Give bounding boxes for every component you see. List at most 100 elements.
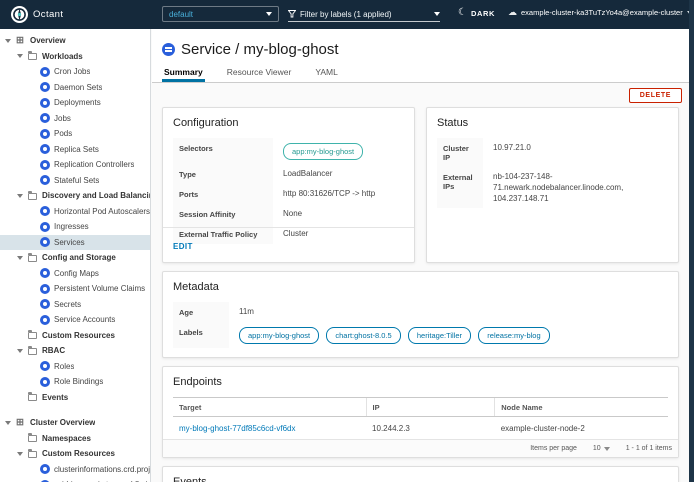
- sidebar-item-cron-jobs[interactable]: Cron Jobs: [0, 64, 150, 80]
- caret-spacer: [17, 335, 23, 336]
- folder-icon: [28, 348, 37, 355]
- label-chip[interactable]: heritage:Tiller: [408, 327, 471, 344]
- sidebar-item-overview[interactable]: ⊞ Overview: [0, 33, 150, 49]
- delete-button[interactable]: DELETE: [629, 88, 682, 103]
- column-header-ip[interactable]: IP: [366, 398, 495, 417]
- label-filter-input[interactable]: Filter by labels (1 applied): [288, 7, 440, 22]
- selector-chip[interactable]: app:my-blog-ghost: [283, 143, 363, 160]
- sidebar-item-config-maps[interactable]: Config Maps: [0, 266, 150, 282]
- cluster-context-label: example-cluster-ka3TuTzYo4a@example-clus…: [521, 8, 683, 17]
- cluster-ip-label: Cluster IP: [437, 138, 483, 167]
- ports-value: http 80:31626/TCP -> http: [273, 184, 404, 204]
- column-header-target[interactable]: Target: [173, 398, 366, 417]
- sidebar-item-csidrivers[interactable]: csidrivers.csi.storage.k8s.io: [0, 477, 150, 482]
- sidebar-item-label: Ingresses: [54, 222, 89, 231]
- label-chip[interactable]: chart:ghost-8.0.5: [326, 327, 400, 344]
- sidebar-item-service-accounts[interactable]: Service Accounts: [0, 312, 150, 328]
- folder-icon: [28, 332, 37, 339]
- resource-icon: [40, 144, 50, 154]
- caret-down-icon[interactable]: [17, 256, 23, 260]
- sidebar-item-label: Replica Sets: [54, 145, 99, 154]
- sidebar-item-label: Stateful Sets: [54, 176, 99, 185]
- type-value: LoadBalancer: [273, 164, 404, 184]
- sidebar-item-services[interactable]: Services: [0, 235, 150, 251]
- caret-down-icon[interactable]: [5, 421, 11, 425]
- sidebar-item-stateful-sets[interactable]: Stateful Sets: [0, 173, 150, 189]
- page-title: Service / my-blog-ghost: [181, 41, 339, 58]
- selectors-label: Selectors: [173, 138, 273, 164]
- external-ips-value: nb-104-237-148-71.newark.nodebalancer.li…: [483, 167, 668, 208]
- summary-row: Age 11m: [173, 302, 668, 322]
- sidebar-item-label: Cluster Overview: [30, 418, 95, 427]
- cluster-context-selector[interactable]: ☁ example-cluster-ka3TuTzYo4a@example-cl…: [508, 8, 693, 17]
- resource-icon: [40, 175, 50, 185]
- page-scrollbar[interactable]: [689, 0, 694, 482]
- folder-icon: [28, 435, 37, 442]
- column-header-node-name[interactable]: Node Name: [495, 398, 668, 417]
- edit-link[interactable]: EDIT: [173, 242, 193, 251]
- caret-down-icon[interactable]: [5, 39, 11, 43]
- summary-row: Labels app:my-blog-ghost chart:ghost-8.0…: [173, 322, 668, 348]
- caret-down-icon[interactable]: [17, 194, 23, 198]
- cluster-icon: ☁: [508, 8, 517, 17]
- sidebar-item-cluster-custom-resources[interactable]: Custom Resources: [0, 446, 150, 462]
- sidebar-item-role-bindings[interactable]: Role Bindings: [0, 374, 150, 390]
- page-size-select[interactable]: 10: [593, 445, 610, 452]
- sidebar-item-label: RBAC: [42, 346, 65, 355]
- sidebar-item-namespaces[interactable]: Namespaces: [0, 431, 150, 447]
- status-card: Status Cluster IP 10.97.21.0 External IP…: [426, 107, 679, 263]
- sidebar-item-label: Service Accounts: [54, 315, 115, 324]
- cluster-ip-value: 10.97.21.0: [483, 138, 668, 167]
- resource-icon: [40, 82, 50, 92]
- age-label: Age: [173, 302, 229, 322]
- namespace-dropdown[interactable]: default: [162, 6, 279, 22]
- sidebar-item-horizontal-pod-autoscalers[interactable]: Horizontal Pod Autoscalers: [0, 204, 150, 220]
- events-card: Events: [162, 466, 679, 482]
- labels-label: Labels: [173, 322, 229, 348]
- tab-summary[interactable]: Summary: [162, 65, 205, 82]
- sidebar-item-roles[interactable]: Roles: [0, 359, 150, 375]
- sidebar-item-persistent-volume-claims[interactable]: Persistent Volume Claims: [0, 281, 150, 297]
- chevron-down-icon: [604, 447, 610, 451]
- tab-resource-viewer[interactable]: Resource Viewer: [225, 65, 294, 82]
- sidebar-item-rbac[interactable]: RBAC: [0, 343, 150, 359]
- sidebar-item-daemon-sets[interactable]: Daemon Sets: [0, 80, 150, 96]
- dark-mode-toggle[interactable]: ☾ DARK: [458, 8, 495, 18]
- configuration-title: Configuration: [173, 117, 404, 129]
- sidebar-item-label: Config Maps: [54, 269, 99, 278]
- service-icon: [162, 43, 175, 56]
- sidebar-item-custom-resources[interactable]: Custom Resources: [0, 328, 150, 344]
- endpoint-target-link[interactable]: my-blog-ghost-77df85c6cd-vf6dx: [179, 424, 296, 433]
- sidebar-item-replica-sets[interactable]: Replica Sets: [0, 142, 150, 158]
- chevron-down-icon: [266, 12, 272, 16]
- moon-icon: ☾: [458, 8, 467, 18]
- sidebar-item-cluster-overview[interactable]: ⊞ Cluster Overview: [0, 415, 150, 431]
- endpoints-card: Endpoints Target IP Node Name my-blog-gh…: [162, 366, 679, 458]
- sidebar-item-workloads[interactable]: Workloads: [0, 49, 150, 65]
- resource-icon: [40, 222, 50, 232]
- summary-row: Type LoadBalancer: [173, 164, 404, 184]
- sidebar-item-pods[interactable]: Pods: [0, 126, 150, 142]
- label-chip[interactable]: release:my-blog: [478, 327, 549, 344]
- status-summary: Cluster IP 10.97.21.0 External IPs nb-10…: [437, 138, 668, 208]
- sidebar-item-clusterinformations[interactable]: clusterinformations.crd.projec: [0, 462, 150, 478]
- caret-down-icon[interactable]: [17, 349, 23, 353]
- caret-down-icon[interactable]: [17, 452, 23, 456]
- sidebar-item-label: Custom Resources: [42, 331, 115, 340]
- sidebar-item-label: Pods: [54, 129, 72, 138]
- sidebar-item-config-and-storage[interactable]: Config and Storage: [0, 250, 150, 266]
- sidebar-item-replication-controllers[interactable]: Replication Controllers: [0, 157, 150, 173]
- caret-down-icon[interactable]: [17, 54, 23, 58]
- table-header-row: Target IP Node Name: [173, 398, 668, 417]
- sidebar-item-discovery-and-load-balancing[interactable]: Discovery and Load Balancing: [0, 188, 150, 204]
- tab-yaml[interactable]: YAML: [313, 65, 340, 82]
- sidebar-item-label: clusterinformations.crd.projec: [54, 465, 150, 474]
- sidebar-item-secrets[interactable]: Secrets: [0, 297, 150, 313]
- sidebar-item-ingresses[interactable]: Ingresses: [0, 219, 150, 235]
- sidebar-item-jobs[interactable]: Jobs: [0, 111, 150, 127]
- label-chip[interactable]: app:my-blog-ghost: [239, 327, 319, 344]
- sidebar-item-events[interactable]: Events: [0, 390, 150, 406]
- sidebar-item-deployments[interactable]: Deployments: [0, 95, 150, 111]
- resource-icon: [40, 284, 50, 294]
- top-bar: Octant default Filter by labels (1 appli…: [0, 0, 694, 29]
